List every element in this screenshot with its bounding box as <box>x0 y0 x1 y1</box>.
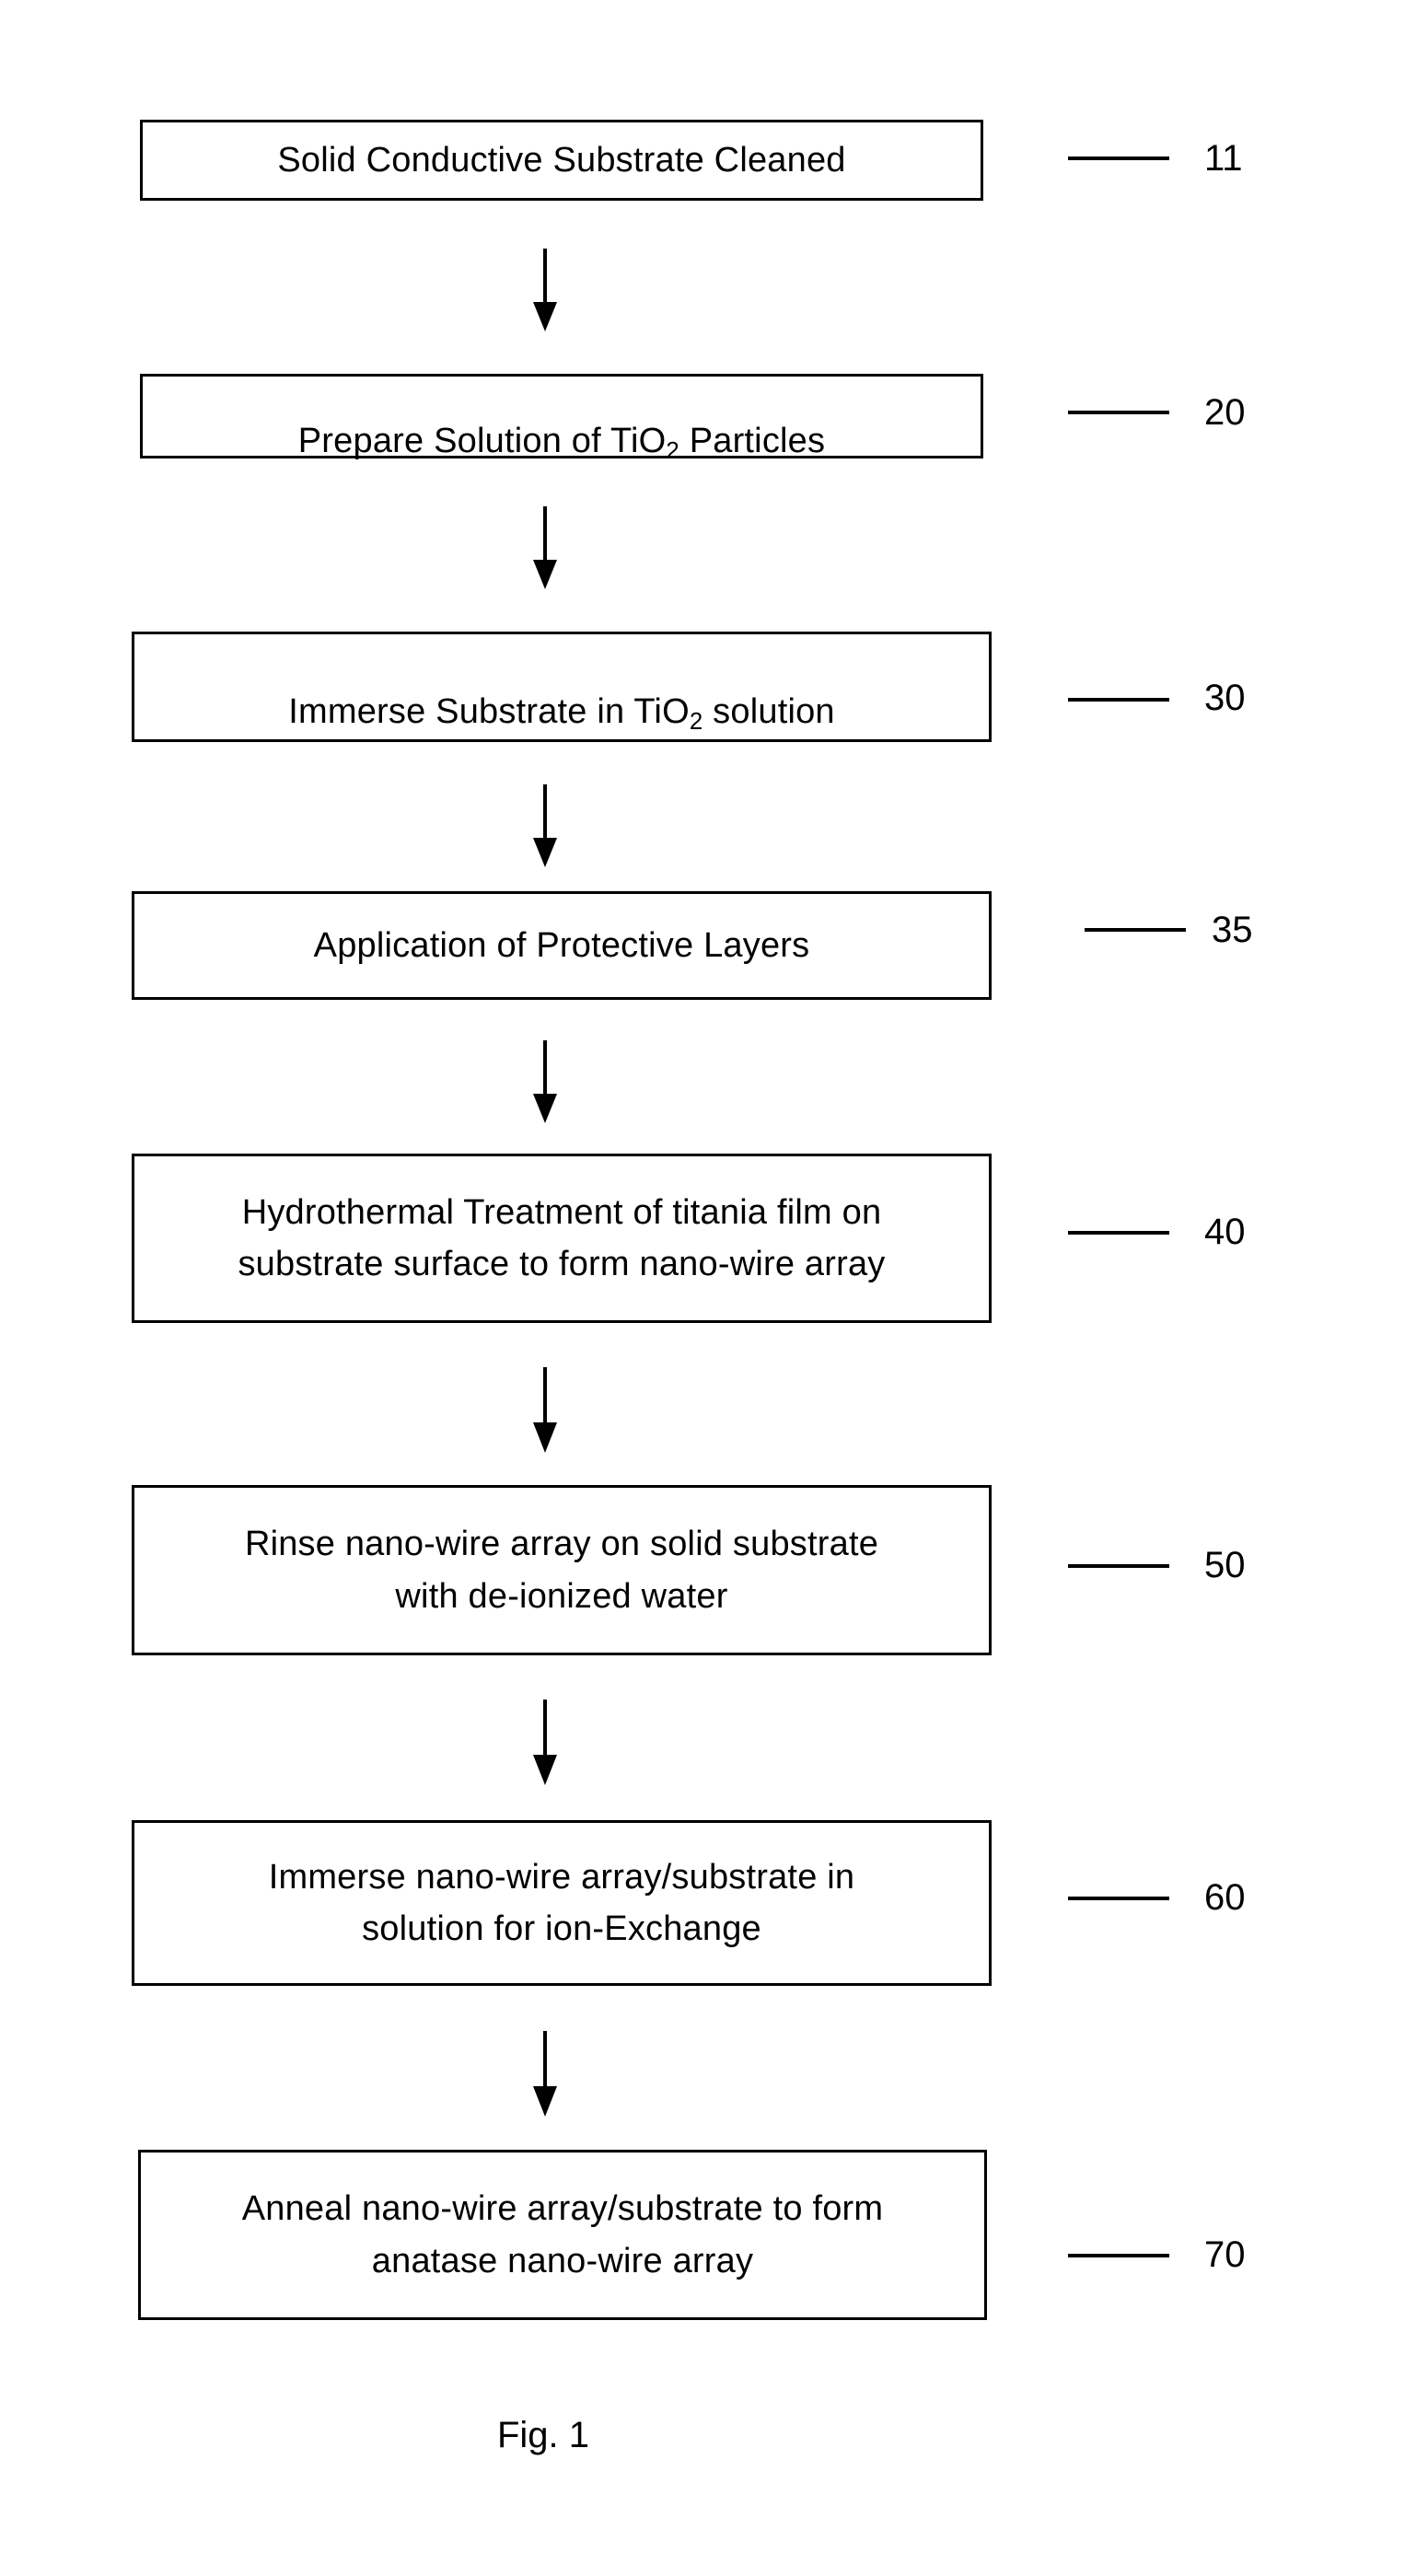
process-box-30-text-before: Immerse Substrate in TiO <box>288 691 690 731</box>
figure-caption: Fig. 1 <box>496 2415 590 2455</box>
reference-numeral-70: 70 <box>1204 2234 1246 2275</box>
process-box-20-subscript: 2 <box>666 438 679 465</box>
process-box-20-text-before: Prepare Solution of TiO <box>297 421 667 460</box>
process-box-35: Application of Protective Layers <box>132 891 992 1000</box>
flow-arrow-30-to-40 <box>528 784 562 869</box>
process-box-40-label: Hydrothermal Treatment of titania film o… <box>221 1187 901 1290</box>
process-box-40-line-2: substrate surface to form nano-wire arra… <box>238 1245 886 1283</box>
process-box-60: Immerse nano-wire array/substrate in solu… <box>132 1820 992 1986</box>
reference-numeral-20: 20 <box>1204 392 1246 433</box>
leader-line-20 <box>1068 411 1169 414</box>
process-box-20-label: Prepare Solution of TiO2 Particles <box>282 364 842 470</box>
flow-arrow-60-to-70 <box>528 2031 562 2118</box>
reference-numeral-60: 60 <box>1204 1877 1246 1918</box>
leader-line-35 <box>1085 928 1186 932</box>
leader-line-70 <box>1068 2254 1169 2257</box>
process-box-70-line-2: anatase nano-wire array <box>371 2241 754 2280</box>
process-box-50-line-2: with de-ionized water <box>395 1576 728 1616</box>
figure-canvas: Solid Conductive Substrate Cleaned 11 Pr… <box>0 0 1428 2576</box>
reference-numeral-35: 35 <box>1212 910 1253 950</box>
process-box-11-label: Solid Conductive Substrate Cleaned <box>277 140 846 180</box>
process-box-30-subscript: 2 <box>689 709 703 736</box>
flow-arrow-35-to-40 <box>528 1040 562 1125</box>
reference-numeral-50: 50 <box>1204 1545 1246 1585</box>
flow-arrow-20-to-30 <box>528 506 562 591</box>
process-box-30-text-after: solution <box>702 691 835 731</box>
process-box-60-line-2: solution for ion-Exchange <box>362 1909 761 1948</box>
process-box-70-line-1: Anneal nano-wire array/substrate to form <box>241 2189 884 2229</box>
flow-arrow-11-to-20 <box>528 249 562 333</box>
process-box-20-text-after: Particles <box>679 421 826 460</box>
leader-line-11 <box>1068 157 1169 160</box>
process-box-35-label: Application of Protective Layers <box>313 925 810 965</box>
process-box-70: Anneal nano-wire array/substrate to form… <box>138 2150 987 2320</box>
reference-numeral-11: 11 <box>1204 138 1243 179</box>
process-box-30: Immerse Substrate in TiO2 solution <box>132 632 992 742</box>
leader-line-30 <box>1068 698 1169 702</box>
leader-line-50 <box>1068 1564 1169 1568</box>
process-box-50: Rinse nano-wire array on solid substrate… <box>132 1485 992 1655</box>
process-box-30-label: Immerse Substrate in TiO2 solution <box>272 634 852 740</box>
reference-numeral-40: 40 <box>1204 1212 1246 1252</box>
process-box-40: Hydrothermal Treatment of titania film o… <box>132 1154 992 1323</box>
process-box-50-line-1: Rinse nano-wire array on solid substrate <box>244 1525 879 1564</box>
leader-line-60 <box>1068 1897 1169 1900</box>
flow-arrow-50-to-60 <box>528 1700 562 1787</box>
reference-numeral-30: 30 <box>1204 678 1246 718</box>
process-box-50-label: Rinse nano-wire array on solid substrate… <box>228 1518 895 1621</box>
flow-arrow-40-to-50 <box>528 1367 562 1455</box>
leader-line-40 <box>1068 1231 1169 1235</box>
process-box-40-line-1: Hydrothermal Treatment of titania film o… <box>241 1192 882 1232</box>
process-box-11: Solid Conductive Substrate Cleaned <box>140 120 983 201</box>
process-box-60-line-1: Immerse nano-wire array/substrate in <box>268 1857 855 1897</box>
process-box-60-label: Immerse nano-wire array/substrate in solu… <box>252 1851 872 1955</box>
process-box-20: Prepare Solution of TiO2 Particles <box>140 374 983 464</box>
process-box-70-label: Anneal nano-wire array/substrate to form… <box>226 2183 900 2286</box>
